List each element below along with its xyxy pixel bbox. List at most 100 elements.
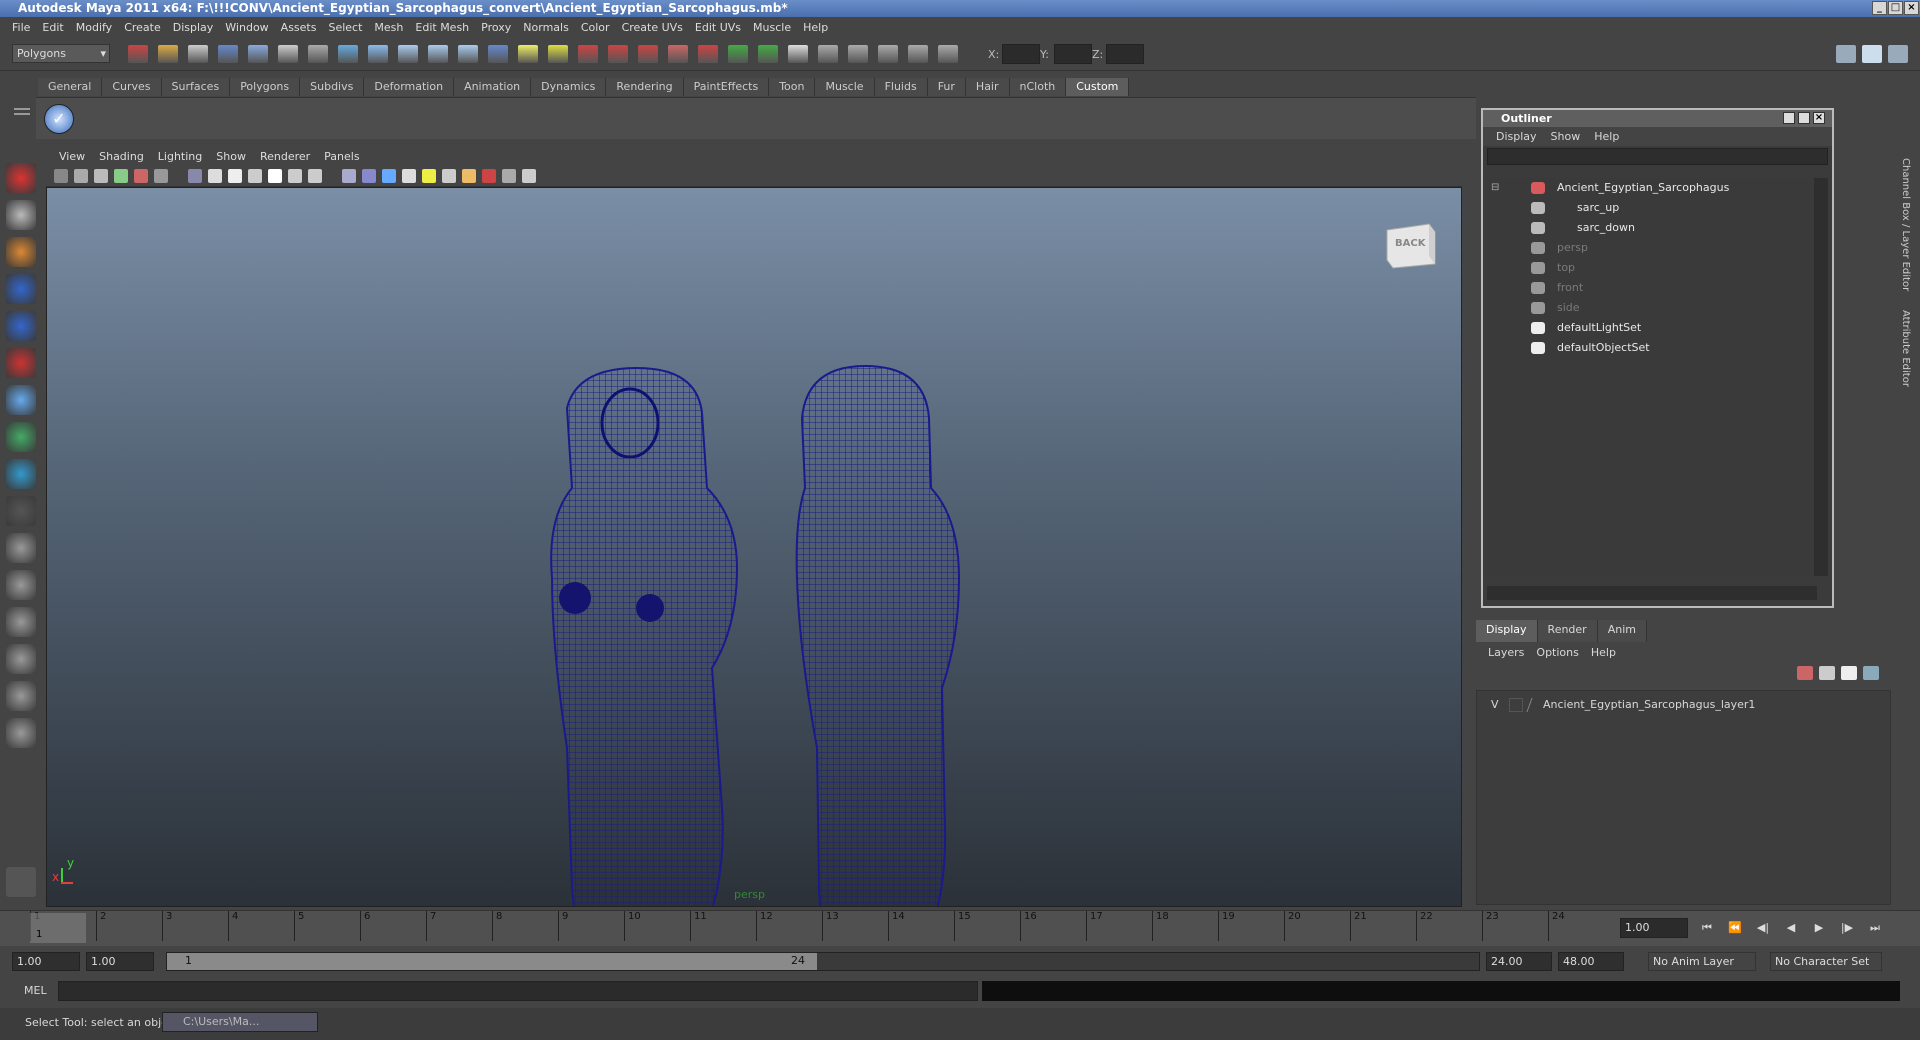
- viewport-menu-renderer[interactable]: Renderer: [253, 150, 317, 163]
- graph-layout-icon[interactable]: [6, 644, 36, 674]
- shelf-tab-fluids[interactable]: Fluids: [874, 78, 928, 96]
- play-backward-icon[interactable]: ◀: [1784, 921, 1798, 935]
- status-tool-icon[interactable]: [368, 45, 388, 63]
- outliner-item-top[interactable]: top: [1487, 258, 1813, 278]
- menu-create-uvs[interactable]: Create UVs: [616, 21, 689, 34]
- outliner-item-ancient-egyptian-sarcophagus[interactable]: ⊟ Ancient_Egyptian_Sarcophagus: [1487, 178, 1813, 198]
- sarcophagus-wireframe[interactable]: [47, 188, 1462, 907]
- menu-mesh[interactable]: Mesh: [368, 21, 409, 34]
- viewport-toolbar-icon[interactable]: [288, 169, 302, 183]
- rotate-tool-icon[interactable]: [6, 311, 36, 341]
- shelf-tab-rendering[interactable]: Rendering: [606, 78, 684, 96]
- status-tool-icon[interactable]: [878, 45, 898, 63]
- step-back-frame-icon[interactable]: ◀|: [1756, 921, 1770, 935]
- status-tool-icon[interactable]: [698, 45, 718, 63]
- status-tool-icon[interactable]: [338, 45, 358, 63]
- layer-color-swatch[interactable]: [1526, 698, 1542, 712]
- checkmark-shelf-icon[interactable]: ✓: [44, 104, 74, 134]
- anim-layer-select[interactable]: No Anim Layer: [1648, 952, 1756, 971]
- status-tool-icon[interactable]: [728, 45, 748, 63]
- step-forward-frame-icon[interactable]: |▶: [1840, 921, 1854, 935]
- viewport-menu-panels[interactable]: Panels: [317, 150, 366, 163]
- lasso-tool-icon[interactable]: [6, 200, 36, 230]
- viewport-toolbar-icon[interactable]: [114, 169, 128, 183]
- y-field[interactable]: [1054, 44, 1092, 64]
- menu-color[interactable]: Color: [575, 21, 616, 34]
- minimized-window-button[interactable]: C:\Users\Ma...: [162, 1012, 318, 1032]
- go-to-end-icon[interactable]: ⏭: [1868, 921, 1882, 935]
- viewport-menu-view[interactable]: View: [52, 150, 92, 163]
- status-tool-icon[interactable]: [488, 45, 508, 63]
- menu-normals[interactable]: Normals: [517, 21, 575, 34]
- status-tool-icon[interactable]: [908, 45, 928, 63]
- menu-display[interactable]: Display: [167, 21, 220, 34]
- viewport-menu-lighting[interactable]: Lighting: [151, 150, 209, 163]
- layer-visibility-toggle[interactable]: V: [1491, 695, 1499, 715]
- layer-stack-icon[interactable]: [1819, 666, 1835, 680]
- script-layout-icon[interactable]: [6, 718, 36, 748]
- menu-file[interactable]: File: [6, 21, 36, 34]
- status-tool-icon[interactable]: [278, 45, 298, 63]
- menu-edit-uvs[interactable]: Edit UVs: [689, 21, 747, 34]
- layout-toggle-icon[interactable]: [1836, 45, 1856, 63]
- viewport-menu-shading[interactable]: Shading: [92, 150, 151, 163]
- paint-select-icon[interactable]: [6, 237, 36, 267]
- time-slider[interactable]: 123456789101112131415161718192021222324 …: [0, 910, 1920, 946]
- outliner-horizontal-scrollbar[interactable]: [1487, 586, 1817, 600]
- layer-tab-display[interactable]: Display: [1476, 620, 1538, 642]
- viewport-toolbar-icon[interactable]: [134, 169, 148, 183]
- x-field[interactable]: [1002, 44, 1040, 64]
- channel-box-tab[interactable]: Channel Box / Layer Editor: [1900, 158, 1911, 291]
- outliner-item-sarc-up[interactable]: sarc_up: [1487, 198, 1813, 218]
- last-tool-icon[interactable]: [6, 496, 36, 526]
- shelf-tab-animation[interactable]: Animation: [454, 78, 532, 96]
- status-tool-icon[interactable]: [218, 45, 238, 63]
- maximize-button[interactable]: □: [1888, 1, 1903, 15]
- expand-toggle-icon[interactable]: ⊟: [1491, 178, 1499, 198]
- go-to-start-icon[interactable]: ⏮: [1700, 921, 1714, 935]
- outliner-menu-display[interactable]: Display: [1489, 130, 1544, 143]
- status-tool-icon[interactable]: [158, 45, 178, 63]
- current-time-field[interactable]: 1.00: [1620, 918, 1688, 938]
- shelf-tab-toon[interactable]: Toon: [769, 78, 816, 96]
- shelf-tab-fur[interactable]: Fur: [927, 78, 966, 96]
- shelf-tab-dynamics[interactable]: Dynamics: [531, 78, 607, 96]
- status-tool-icon[interactable]: [578, 45, 598, 63]
- status-tool-icon[interactable]: [848, 45, 868, 63]
- status-tool-icon[interactable]: [938, 45, 958, 63]
- status-tool-icon[interactable]: [308, 45, 328, 63]
- status-tool-icon[interactable]: [458, 45, 478, 63]
- viewport-toolbar-icon[interactable]: [462, 169, 476, 183]
- menu-select[interactable]: Select: [322, 21, 368, 34]
- viewport-toolbar-icon[interactable]: [208, 169, 222, 183]
- outliner-vertical-scrollbar[interactable]: [1814, 178, 1828, 576]
- shelf-tab-ncloth[interactable]: nCloth: [1009, 78, 1067, 96]
- status-tool-icon[interactable]: [128, 45, 148, 63]
- status-tool-icon[interactable]: [548, 45, 568, 63]
- new-layer-icon[interactable]: [1797, 666, 1813, 680]
- shelf-tab-subdivs[interactable]: Subdivs: [300, 78, 365, 96]
- viewport-toolbar-icon[interactable]: [402, 169, 416, 183]
- viewport-toolbar-icon[interactable]: [522, 169, 536, 183]
- viewport-toolbar-icon[interactable]: [74, 169, 88, 183]
- outliner-maximize-button[interactable]: [1798, 112, 1810, 124]
- menu-help[interactable]: Help: [797, 21, 834, 34]
- attribute-editor-tab[interactable]: Attribute Editor: [1900, 310, 1911, 387]
- viewport-toolbar-icon[interactable]: [228, 169, 242, 183]
- minimize-button[interactable]: _: [1872, 1, 1887, 15]
- create-layer-icon[interactable]: [1841, 666, 1857, 680]
- shelf-tab-general[interactable]: General: [38, 78, 103, 96]
- viewport-toolbar-icon[interactable]: [308, 169, 322, 183]
- viewport-toolbar-icon[interactable]: [482, 169, 496, 183]
- outliner-menu-help[interactable]: Help: [1587, 130, 1626, 143]
- range-handle[interactable]: 1 24: [167, 953, 817, 970]
- viewport-toolbar-icon[interactable]: [268, 169, 282, 183]
- shelf-tab-custom[interactable]: Custom: [1066, 78, 1130, 96]
- status-tool-icon[interactable]: [668, 45, 688, 63]
- outliner-layout-icon[interactable]: [6, 607, 36, 637]
- layout-toggle-icon[interactable]: [1888, 45, 1908, 63]
- animation-start-field[interactable]: 1.00: [12, 952, 80, 971]
- outliner-item-defaultobjectset[interactable]: defaultObjectSet: [1487, 338, 1813, 358]
- menu-modify[interactable]: Modify: [70, 21, 118, 34]
- status-tool-icon[interactable]: [818, 45, 838, 63]
